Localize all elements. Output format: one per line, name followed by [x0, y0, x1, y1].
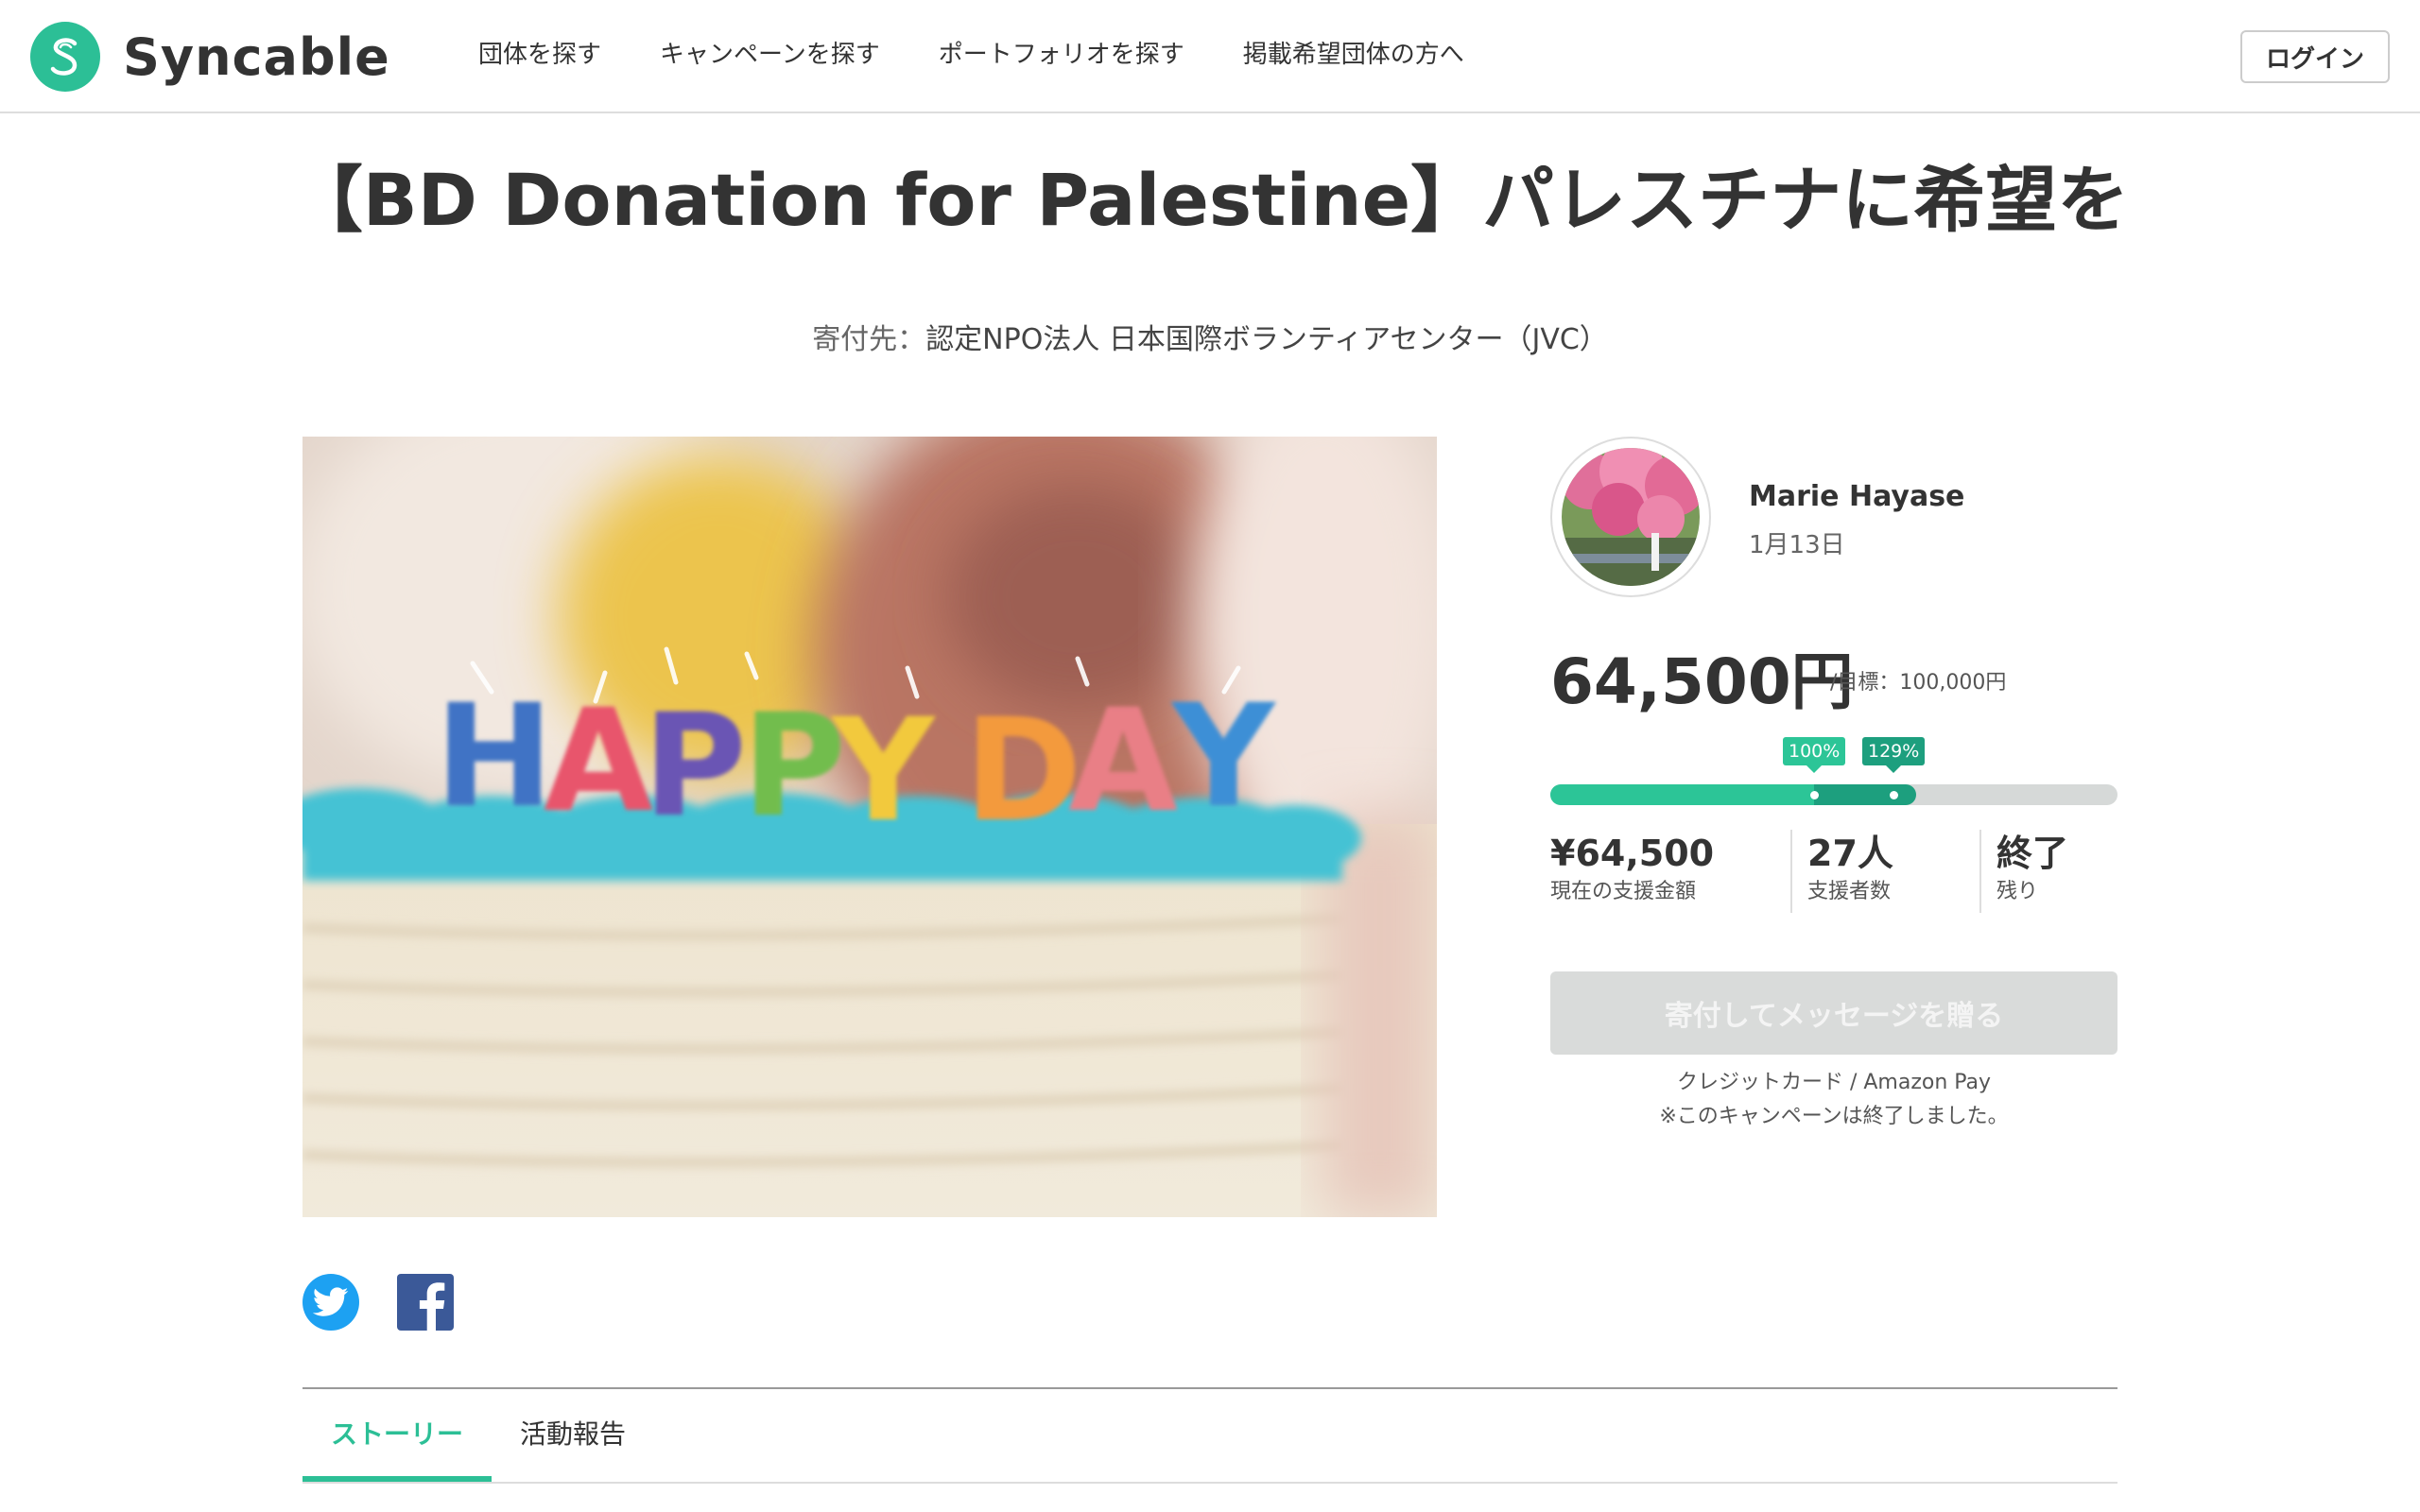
- goal-amount: /目標：100,000円: [1830, 671, 2007, 695]
- nav-find-campaigns[interactable]: キャンペーンを探す: [660, 36, 880, 74]
- twitter-share-button[interactable]: [302, 1274, 359, 1331]
- stat-remaining-label: 残り: [1996, 880, 2039, 903]
- progress-track: [1550, 784, 2118, 805]
- stat-remaining: 終了 残り: [1996, 830, 2068, 915]
- stat-supporters-label: 支援者数: [1807, 880, 1892, 903]
- nav-find-organizations[interactable]: 団体を探す: [478, 36, 601, 74]
- svg-text:D: D: [964, 689, 1082, 853]
- stat-divider: [1790, 830, 1792, 913]
- svg-text:A: A: [544, 679, 653, 844]
- stat-supporters: 27人 支援者数: [1807, 830, 1893, 915]
- author-date: 1月13日: [1749, 531, 1845, 559]
- twitter-bird-icon: [313, 1287, 349, 1316]
- progress-fill-secondary: [1814, 784, 1916, 805]
- svg-text:A: A: [1068, 679, 1178, 844]
- site-logo[interactable]: Syncable: [30, 21, 390, 93]
- stat-divider: [1979, 830, 1981, 913]
- author-avatar[interactable]: [1550, 437, 1711, 597]
- tab-story[interactable]: ストーリー: [331, 1414, 463, 1452]
- campaign-title: 【BD Donation for Palestine】パレスチナに希望を: [290, 158, 2130, 242]
- progress-marker-100: [1809, 791, 1819, 799]
- campaign-ended-note: ※このキャンペーンは終了しました。: [1659, 1105, 2009, 1128]
- stat-supporters-value: 27人: [1807, 833, 1893, 874]
- stat-raised: ¥64,500 現在の支援金額: [1550, 830, 1714, 915]
- campaign-hero-image: H A P P Y D A Y: [302, 437, 1437, 1217]
- campaign-stats: ¥64,500 現在の支援金額 27人 支援者数 終了 残り: [1550, 830, 2118, 915]
- stat-raised-value: ¥64,500: [1550, 833, 1715, 874]
- svg-text:Y: Y: [1170, 675, 1277, 839]
- recipient-label: 寄付先：: [812, 323, 926, 356]
- tab-activity-reports[interactable]: 活動報告: [520, 1414, 626, 1452]
- avatar-photo: [1562, 448, 1700, 586]
- syncable-logo-icon: [30, 22, 100, 92]
- tabs-divider: [302, 1387, 2118, 1389]
- tabs-bottom-border: [302, 1482, 2118, 1484]
- login-button[interactable]: ログイン: [2240, 30, 2390, 83]
- site-header: Syncable 団体を探す キャンペーンを探す ポートフォリオを探す 掲載希望…: [0, 0, 2420, 113]
- svg-text:H: H: [435, 675, 554, 839]
- nav-for-organizations[interactable]: 掲載希望団体の方へ: [1243, 36, 1464, 74]
- logo-text: Syncable: [123, 26, 390, 87]
- progress-tag-100: 100%: [1783, 737, 1846, 773]
- funding-progress: 100% 129%: [1550, 737, 2118, 813]
- donate-button[interactable]: 寄付してメッセージを贈る: [1550, 971, 2118, 1055]
- svg-text:P: P: [742, 684, 846, 849]
- recipient-line: 寄付先：認定NPO法人 日本国際ボランティアセンター（JVC）: [0, 316, 2420, 357]
- facebook-f-icon: [419, 1282, 445, 1331]
- facebook-share-button[interactable]: [397, 1274, 454, 1331]
- progress-fill-primary: [1550, 784, 1814, 805]
- stat-remaining-value: 終了: [1996, 833, 2069, 874]
- nav-find-portfolios[interactable]: ポートフォリオを探す: [939, 36, 1184, 74]
- progress-marker-129: [1889, 791, 1898, 799]
- payment-methods: クレジットカード / Amazon Pay: [1676, 1071, 1992, 1094]
- stat-raised-label: 現在の支援金額: [1550, 880, 1697, 903]
- svg-text:Y: Y: [830, 689, 937, 853]
- main-nav: 団体を探す キャンペーンを探す ポートフォリオを探す 掲載希望団体の方へ: [478, 36, 1464, 74]
- author-name[interactable]: Marie Hayase: [1749, 480, 1964, 513]
- recipient-name[interactable]: 認定NPO法人 日本国際ボランティアセンター（JVC）: [925, 323, 1608, 356]
- raised-amount: 64,500円: [1550, 645, 1854, 718]
- progress-tag-129: 129%: [1862, 737, 1926, 773]
- svg-text:P: P: [643, 684, 747, 849]
